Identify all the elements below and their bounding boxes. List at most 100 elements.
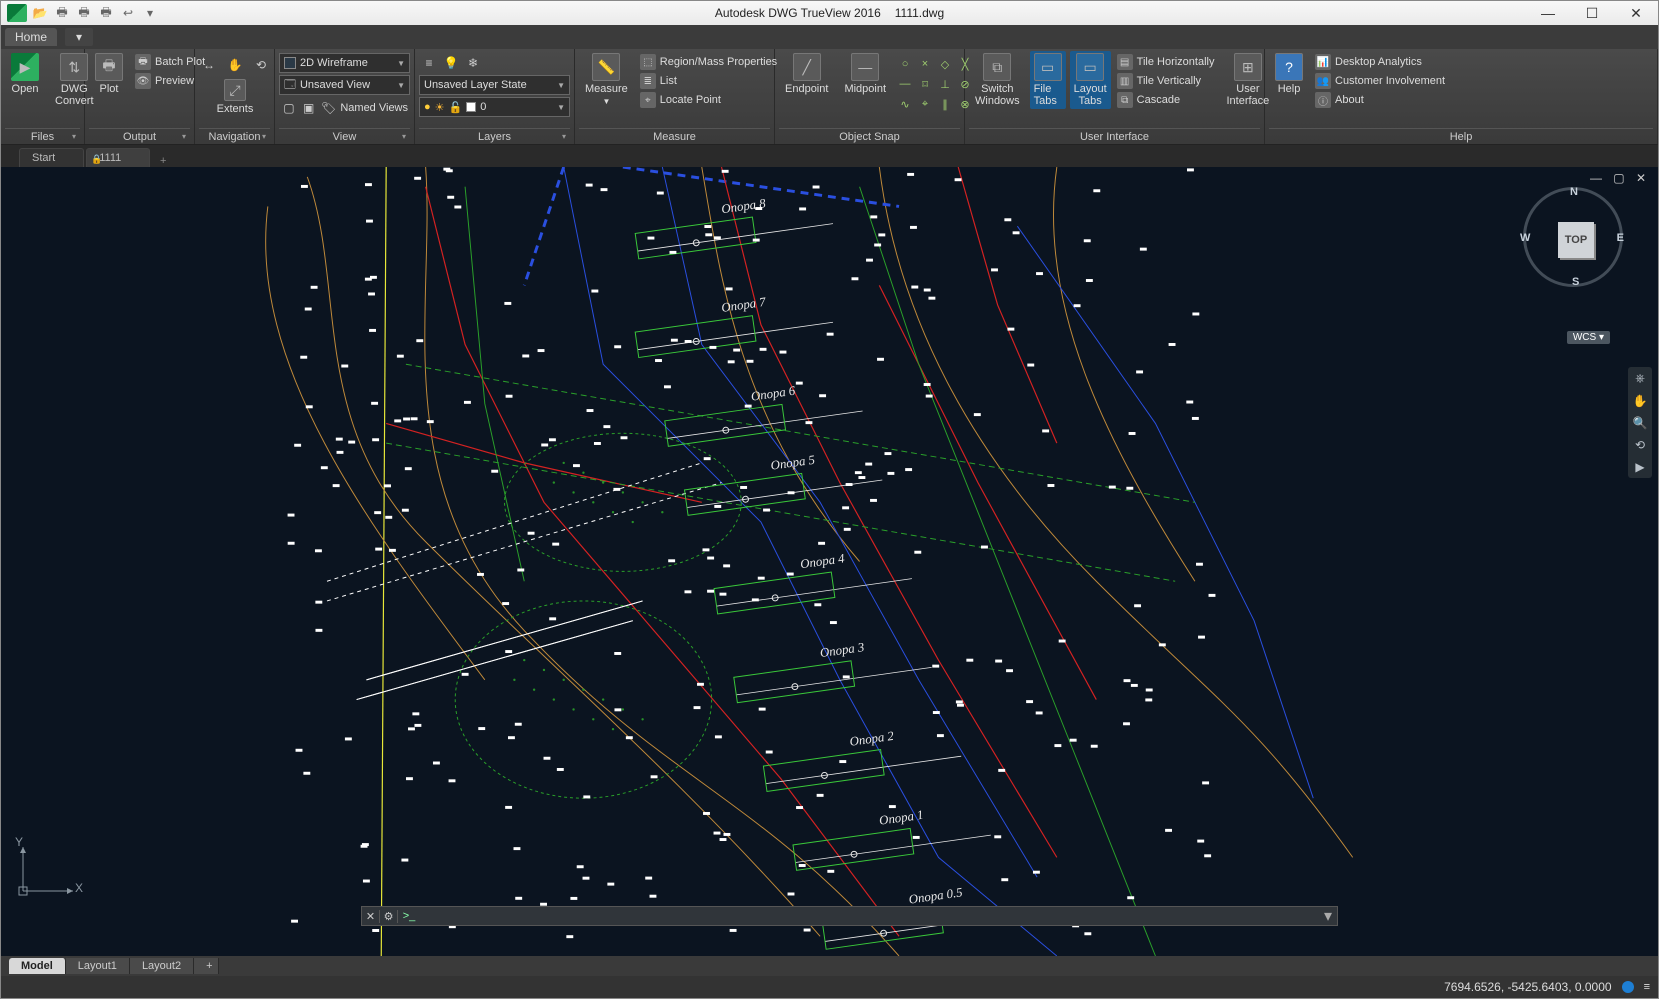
osnap-quad-icon[interactable]: ◇: [936, 55, 954, 73]
measure-button[interactable]: 📏 Measure▼: [579, 51, 634, 108]
layer-state-combo[interactable]: Unsaved Layer State▼: [419, 75, 570, 95]
osnap-node-icon[interactable]: ×: [916, 55, 934, 73]
svg-text:Опора 8: Опора 8: [720, 196, 767, 216]
layer-freeze-icon[interactable]: ❄: [463, 53, 483, 73]
layout-tabs-icon: ▭: [1076, 53, 1104, 81]
view-tool1-icon[interactable]: ▢: [281, 98, 297, 118]
list-button[interactable]: ≣List: [638, 72, 779, 90]
app-menu-button[interactable]: [7, 4, 27, 22]
layer-prop-icon[interactable]: ≡: [419, 53, 439, 73]
drawing-canvas[interactable]: — ▢ ✕: [1, 167, 1658, 956]
cmdline-dropdown-icon[interactable]: ▾: [1319, 906, 1337, 926]
preview-icon: 👁: [135, 73, 151, 89]
ui-icon: ⊞: [1234, 53, 1262, 81]
qat-undo-icon[interactable]: ↩: [119, 5, 137, 21]
cmdline-prompt-icon: >_: [398, 910, 420, 922]
region-button[interactable]: ⬚Region/Mass Properties: [638, 53, 779, 71]
viewcube[interactable]: N S E W TOP: [1518, 187, 1628, 317]
osnap-perp-icon[interactable]: ⊥: [936, 75, 954, 93]
open-button[interactable]: ▶ Open: [5, 51, 45, 97]
qat-save-icon[interactable]: 🖶: [53, 5, 71, 21]
nav-showmotion-icon[interactable]: ▶: [1635, 460, 1644, 474]
layout-tab-1[interactable]: Layout1: [66, 958, 130, 974]
nav-zoom-icon[interactable]: 🔍: [1633, 416, 1648, 430]
locate-icon: ⌖: [640, 92, 656, 108]
lock-icon: 🔓: [449, 101, 463, 114]
cmdline-close-icon[interactable]: ✕: [362, 910, 380, 923]
qat-open-icon[interactable]: 📂: [31, 5, 49, 21]
locate-point-button[interactable]: ⌖Locate Point: [638, 91, 779, 109]
tile-horizontal-button[interactable]: ▤Tile Horizontally: [1115, 53, 1217, 71]
qat-publish-icon[interactable]: 🖶: [97, 5, 115, 21]
help-button[interactable]: ?Help: [1269, 51, 1309, 97]
cmdline-customize-icon[interactable]: ⚙: [380, 910, 398, 923]
new-tab-button[interactable]: +: [152, 155, 174, 167]
plot-button[interactable]: 🖶 Plot: [89, 51, 129, 97]
midpoint-button[interactable]: —Midpoint: [838, 51, 892, 97]
named-view-combo[interactable]: 🗔Unsaved View▼: [279, 75, 410, 95]
pan-icon[interactable]: ✋: [225, 55, 245, 75]
status-indicator-icon[interactable]: [1622, 981, 1634, 993]
plot-icon: 🖶: [95, 53, 123, 81]
command-line[interactable]: ✕ ⚙ >_ ▾: [361, 906, 1338, 926]
layer-off-icon[interactable]: 💡: [441, 53, 461, 73]
layout-tab-model[interactable]: Model: [9, 958, 66, 974]
cascade-button[interactable]: ⧉Cascade: [1115, 91, 1217, 109]
view-tool2-icon[interactable]: ▣: [301, 98, 317, 118]
layout-tab-2[interactable]: Layout2: [130, 958, 194, 974]
visual-style-combo[interactable]: 2D Wireframe▼: [279, 53, 410, 73]
qat-plot-icon[interactable]: 🖶: [75, 5, 93, 21]
wireframe-icon: [284, 57, 296, 69]
wcs-indicator[interactable]: WCS ▾: [1567, 331, 1610, 344]
file-tabs-button[interactable]: ▭File Tabs: [1030, 51, 1066, 109]
viewport-controls[interactable]: — ▢ ✕: [1590, 171, 1650, 185]
osnap-ins-icon[interactable]: ⌑: [916, 75, 934, 93]
file-tab-doc[interactable]: 🔒1111: [86, 148, 150, 167]
named-views-icon[interactable]: 🏷: [321, 98, 337, 118]
osnap-center-icon[interactable]: ○: [896, 55, 914, 73]
status-bar: 7694.6526, -5425.6403, 0.0000 ≡: [1, 976, 1658, 998]
layout-tabs-button[interactable]: ▭Layout Tabs: [1070, 51, 1111, 109]
osnap-ext-icon[interactable]: —: [896, 75, 914, 93]
involve-icon: 👥: [1315, 73, 1331, 89]
open-icon: ▶: [11, 53, 39, 81]
extents-button[interactable]: ⤢ Extents: [199, 79, 271, 115]
help-icon: ?: [1275, 53, 1303, 81]
osnap-par-icon[interactable]: ∥: [936, 95, 954, 113]
named-views-button[interactable]: Named Views: [340, 102, 408, 114]
desktop-analytics-button[interactable]: 📊Desktop Analytics: [1313, 53, 1447, 71]
window-maximize-button[interactable]: ☐: [1570, 1, 1614, 25]
coordinates-readout: 7694.6526, -5425.6403, 0.0000: [1444, 980, 1611, 994]
tile-vertical-button[interactable]: ▥Tile Vertically: [1115, 72, 1217, 90]
zoom-realtime-icon[interactable]: ↔: [199, 55, 219, 75]
window-minimize-button[interactable]: —: [1526, 1, 1570, 25]
tab-home[interactable]: Home: [5, 28, 57, 46]
switch-windows-button[interactable]: ⧉Switch Windows: [969, 51, 1026, 109]
osnap-near-icon[interactable]: ∿: [896, 95, 914, 113]
customer-involvement-button[interactable]: 👥Customer Involvement: [1313, 72, 1447, 90]
osnap-app-icon[interactable]: ⌖: [916, 95, 934, 113]
orbit-icon[interactable]: ⟲: [251, 55, 271, 75]
file-tab-start[interactable]: Start: [19, 148, 84, 167]
navigation-bar[interactable]: ⎈ ✋ 🔍 ⟲ ▶: [1628, 367, 1652, 478]
svg-text:Опора 6: Опора 6: [750, 384, 797, 404]
endpoint-icon: ╱: [793, 53, 821, 81]
nav-orbit-icon[interactable]: ⟲: [1635, 438, 1645, 452]
sun-icon: ☀: [435, 101, 445, 114]
window-close-button[interactable]: ✕: [1614, 1, 1658, 25]
svg-text:Опора 3: Опора 3: [819, 640, 865, 660]
status-menu-icon[interactable]: ≡: [1644, 981, 1650, 993]
layout-tab-add[interactable]: +: [194, 958, 219, 974]
about-button[interactable]: ⓘAbout: [1313, 91, 1447, 109]
qat-dropdown-icon[interactable]: ▾: [141, 5, 159, 21]
nav-wheel-icon[interactable]: ⎈: [1635, 371, 1645, 386]
list-icon: ≣: [640, 73, 656, 89]
measure-icon: 📏: [592, 53, 620, 81]
ribbon: ▶ Open ⇅ DWG Convert Files▾ 🖶 Plot 🖶Batc…: [1, 49, 1658, 145]
nav-pan-icon[interactable]: ✋: [1633, 394, 1648, 408]
tab-express-icon[interactable]: ▾: [65, 28, 93, 46]
viewcube-top-face[interactable]: TOP: [1558, 222, 1594, 258]
layer-combo[interactable]: ● ☀ 🔓 0▼: [419, 97, 570, 117]
endpoint-button[interactable]: ╱Endpoint: [779, 51, 834, 97]
color-swatch: [466, 102, 476, 112]
